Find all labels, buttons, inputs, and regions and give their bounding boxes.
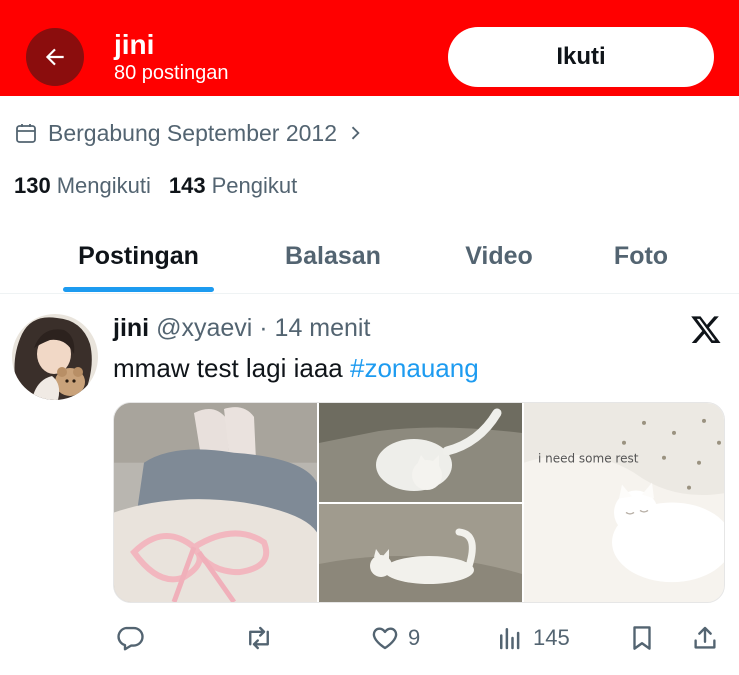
tweet-media-grid: i need some rest: [113, 402, 725, 603]
photo-cat-sleeping: i need some rest: [524, 403, 724, 602]
tweet-header: jini @xyaevi · 14 menit: [113, 312, 370, 344]
follow-stats: 130 Mengikuti 143 Pengikut: [14, 172, 315, 200]
header-display-name: jini: [114, 29, 155, 60]
tweet-author-handle[interactable]: @xyaevi: [156, 314, 252, 342]
followers-count: 143: [168, 173, 206, 198]
chevron-right-icon: [351, 126, 360, 140]
profile-header: jini 80 postingan Ikuti: [0, 0, 739, 96]
back-button[interactable]: [26, 28, 84, 86]
x-logo-icon[interactable]: [690, 313, 722, 345]
tweet-separator: ·: [259, 314, 268, 342]
arrow-left-icon: [45, 48, 64, 66]
followers-label: Pengikut: [211, 173, 298, 198]
share-icon: [694, 626, 716, 649]
followers-link[interactable]: 143 Pengikut: [169, 172, 297, 200]
share-button[interactable]: [690, 618, 720, 658]
follow-button[interactable]: Ikuti: [448, 27, 714, 87]
hashtag-link[interactable]: #zonauang: [350, 353, 479, 383]
views-button[interactable]: 145: [495, 618, 570, 658]
tweet-photo-3[interactable]: [319, 504, 522, 602]
profile-tabs: Postingan Balasan Video Foto: [0, 218, 739, 294]
tweet-text: mmaw test lagi iaaa #zonauang: [113, 351, 479, 385]
photo-shoes-bow: [114, 403, 317, 602]
like-button[interactable]: 9: [370, 618, 420, 658]
following-link[interactable]: 130 Mengikuti: [14, 172, 151, 200]
retweet-button[interactable]: [244, 618, 274, 658]
tweet-timestamp[interactable]: 14 menit: [275, 314, 371, 342]
joined-date-text: Bergabung September 2012: [48, 119, 337, 146]
tab-balasan[interactable]: Balasan: [262, 218, 404, 294]
reply-icon: [117, 626, 144, 651]
tab-video[interactable]: Video: [446, 218, 552, 294]
photo-caption: i need some rest: [538, 452, 639, 466]
reply-button[interactable]: [115, 618, 145, 658]
joined-date-link[interactable]: Bergabung September 2012: [14, 118, 365, 148]
photo-cat-sitting: [319, 403, 522, 502]
avatar[interactable]: [12, 314, 98, 400]
header-post-count: 80 postingan: [114, 62, 229, 84]
bookmark-button[interactable]: [627, 618, 657, 658]
photo-cat-lying: [319, 504, 522, 602]
retweet-icon: [249, 626, 269, 650]
tweet-actions: 9 145: [0, 618, 739, 658]
tab-foto[interactable]: Foto: [594, 218, 688, 294]
tweet-photo-1[interactable]: [114, 403, 317, 602]
tweet-author-name[interactable]: jini: [113, 314, 149, 342]
views-bar-chart-icon: [500, 628, 520, 650]
following-count: 130: [14, 173, 51, 198]
active-tab-indicator: [63, 287, 214, 292]
photo-column-middle: [319, 403, 522, 602]
tweet-photo-2[interactable]: [319, 403, 522, 502]
views-count: 145: [533, 625, 570, 650]
avatar-image: [12, 314, 98, 400]
calendar-icon: [16, 124, 36, 143]
tweet-photo-4[interactable]: i need some rest: [524, 403, 724, 602]
like-count: 9: [408, 625, 421, 650]
tweet-body: mmaw test lagi iaaa: [113, 353, 350, 383]
tab-postingan[interactable]: Postingan: [63, 218, 214, 294]
bookmark-icon: [633, 626, 651, 650]
following-label: Mengikuti: [56, 173, 151, 198]
heart-icon: [372, 627, 398, 650]
